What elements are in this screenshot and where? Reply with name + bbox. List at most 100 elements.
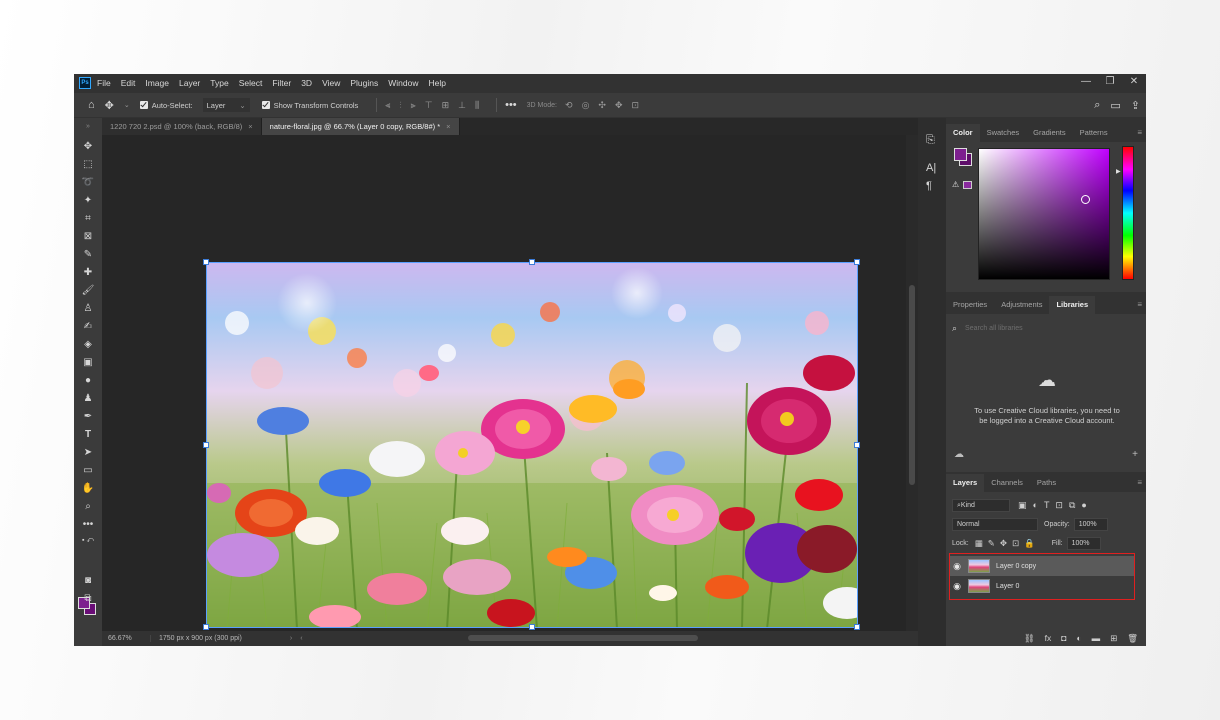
close-tab-icon[interactable]: × xyxy=(248,122,252,131)
more-options-icon[interactable]: ••• xyxy=(505,99,517,111)
home-icon[interactable]: ⌂ xyxy=(88,99,95,111)
cloud-sync-icon[interactable]: ☁ xyxy=(954,449,964,460)
tab-libraries[interactable]: Libraries xyxy=(1049,296,1096,314)
crop-tool-icon[interactable]: ⌗ xyxy=(80,212,96,226)
tab-swatches[interactable]: Swatches xyxy=(980,124,1027,142)
history-panel-icon[interactable]: ⎘ xyxy=(926,134,935,147)
horizontal-scrollbar-thumb[interactable] xyxy=(468,635,698,641)
transform-handle[interactable] xyxy=(203,259,209,265)
healing-brush-tool-icon[interactable]: ✚ xyxy=(80,266,96,280)
pen-tool-icon[interactable]: ✒ xyxy=(80,410,96,424)
tab-patterns[interactable]: Patterns xyxy=(1073,124,1115,142)
align-center-icon[interactable]: ⫶ xyxy=(399,100,401,111)
color-picker-ring[interactable] xyxy=(1081,195,1090,204)
minimize-button[interactable]: — xyxy=(1074,74,1098,92)
menu-3d[interactable]: 3D xyxy=(301,78,312,88)
close-tab-icon[interactable]: × xyxy=(446,122,450,131)
brush-tool-icon[interactable]: 🖌 xyxy=(80,284,96,298)
menu-filter[interactable]: Filter xyxy=(272,78,291,88)
document-image[interactable] xyxy=(206,262,858,628)
lasso-tool-icon[interactable]: ➰ xyxy=(80,176,96,190)
show-transform-checkbox[interactable]: Show Transform Controls xyxy=(261,101,358,110)
tab-gradients[interactable]: Gradients xyxy=(1026,124,1073,142)
menu-edit[interactable]: Edit xyxy=(121,78,136,88)
scrollbar-thumb[interactable] xyxy=(909,285,915,485)
search-icon[interactable]: ⌕ xyxy=(1094,99,1100,112)
transform-handle[interactable] xyxy=(529,259,535,265)
tab-channels[interactable]: Channels xyxy=(984,474,1030,492)
hue-slider[interactable] xyxy=(1122,146,1134,280)
marquee-tool-icon[interactable]: ⬚ xyxy=(80,158,96,172)
color-picker-field[interactable] xyxy=(978,148,1110,280)
rectangle-tool-icon[interactable]: ▭ xyxy=(80,464,96,478)
align-left-icon[interactable]: ⫷ xyxy=(385,100,390,111)
vertical-scrollbar[interactable] xyxy=(906,135,918,631)
zoom-level[interactable]: 66.67% xyxy=(102,635,150,642)
3d-pan-icon[interactable]: ✣ xyxy=(598,100,606,111)
gradient-tool-icon[interactable]: ▣ xyxy=(80,356,96,370)
close-button[interactable]: ✕ xyxy=(1122,74,1146,92)
collapse-toolbar-icon[interactable]: » xyxy=(80,120,96,134)
3d-roll-icon[interactable]: ◎ xyxy=(582,100,590,111)
default-colors-icon[interactable]: ▪ ⤺ xyxy=(80,534,96,548)
eraser-tool-icon[interactable]: ◈ xyxy=(80,338,96,352)
zoom-tool-icon[interactable]: ⌕ xyxy=(80,500,96,514)
add-mask-icon[interactable]: ◘ xyxy=(1061,633,1066,643)
transform-handle[interactable] xyxy=(203,624,209,630)
distribute-icon[interactable]: ⫼ xyxy=(475,100,479,111)
screen-mode-icon[interactable]: ⧉ xyxy=(80,592,96,606)
add-library-icon[interactable]: + xyxy=(1132,449,1138,460)
clone-stamp-tool-icon[interactable]: ♙ xyxy=(80,302,96,316)
auto-select-dropdown[interactable]: Layer ⌄ xyxy=(202,98,250,112)
move-tool-icon[interactable]: ✥ xyxy=(105,99,114,112)
type-tool-icon[interactable]: T xyxy=(80,428,96,442)
filter-kind-dropdown[interactable]: ⌕ Kind xyxy=(952,499,1010,512)
canvas-area[interactable] xyxy=(102,135,910,631)
menu-file[interactable]: File xyxy=(97,78,111,88)
tool-preset-chevron-icon[interactable]: ⌄ xyxy=(124,101,130,109)
menu-help[interactable]: Help xyxy=(428,78,445,88)
transform-handle[interactable] xyxy=(529,624,535,630)
tab-color[interactable]: Color xyxy=(946,124,980,142)
new-group-icon[interactable]: ▬ xyxy=(1092,633,1101,643)
quick-mask-icon[interactable]: ◙ xyxy=(80,574,96,588)
tab-paths[interactable]: Paths xyxy=(1030,474,1063,492)
tab-document-1[interactable]: 1220 720 2.psd @ 100% (back, RGB/8) × xyxy=(102,118,262,135)
menu-layer[interactable]: Layer xyxy=(179,78,200,88)
panel-menu-icon[interactable]: ≡ xyxy=(1137,296,1142,314)
path-selection-tool-icon[interactable]: ➤ xyxy=(80,446,96,460)
opacity-field[interactable]: 100% xyxy=(1073,518,1108,531)
menu-plugins[interactable]: Plugins xyxy=(350,78,378,88)
tab-document-2[interactable]: nature-floral.jpg @ 66.7% (Layer 0 copy,… xyxy=(261,118,460,135)
restore-button[interactable]: ❐ xyxy=(1098,74,1122,92)
frame-tool-icon[interactable]: ⊠ xyxy=(80,230,96,244)
transform-handle[interactable] xyxy=(854,259,860,265)
blend-mode-dropdown[interactable]: Normal xyxy=(952,518,1038,531)
tab-adjustments[interactable]: Adjustments xyxy=(994,296,1049,314)
panel-menu-icon[interactable]: ≡ xyxy=(1137,124,1142,142)
library-search[interactable]: ⌕ Search all libraries xyxy=(952,320,1140,336)
align-right-icon[interactable]: ⫸ xyxy=(411,100,416,111)
panel-menu-icon[interactable]: ≡ xyxy=(1137,474,1142,492)
workspace-icon[interactable]: ▭ xyxy=(1110,99,1120,112)
move-tool-icon[interactable]: ✥ xyxy=(80,140,96,154)
layer-filter-icons[interactable]: ▣◐T⊡⧉● xyxy=(1018,500,1093,511)
character-panel-icon[interactable]: A| xyxy=(926,162,936,174)
align-middle-icon[interactable]: ⊞ xyxy=(442,100,450,111)
align-bottom-icon[interactable]: ⊥ xyxy=(458,100,466,111)
scroll-left-icon[interactable]: ‹ xyxy=(300,635,302,642)
trash-icon[interactable]: 🗑 xyxy=(1127,633,1138,644)
fx-icon[interactable]: fx xyxy=(1045,633,1052,643)
adjustment-layer-icon[interactable]: ◐ xyxy=(1076,633,1081,643)
magic-wand-tool-icon[interactable]: ✦ xyxy=(80,194,96,208)
new-layer-icon[interactable]: ⊞ xyxy=(1110,633,1117,644)
3d-slide-icon[interactable]: ✥ xyxy=(615,100,623,111)
transform-handle[interactable] xyxy=(203,442,209,448)
gamut-swatch[interactable] xyxy=(963,181,972,189)
menu-type[interactable]: Type xyxy=(210,78,228,88)
transform-handle[interactable] xyxy=(854,624,860,630)
dodge-tool-icon[interactable]: ♟ xyxy=(80,392,96,406)
menu-image[interactable]: Image xyxy=(145,78,169,88)
fill-field[interactable]: 100% xyxy=(1066,537,1101,550)
more-tools-icon[interactable]: ••• xyxy=(80,518,96,532)
